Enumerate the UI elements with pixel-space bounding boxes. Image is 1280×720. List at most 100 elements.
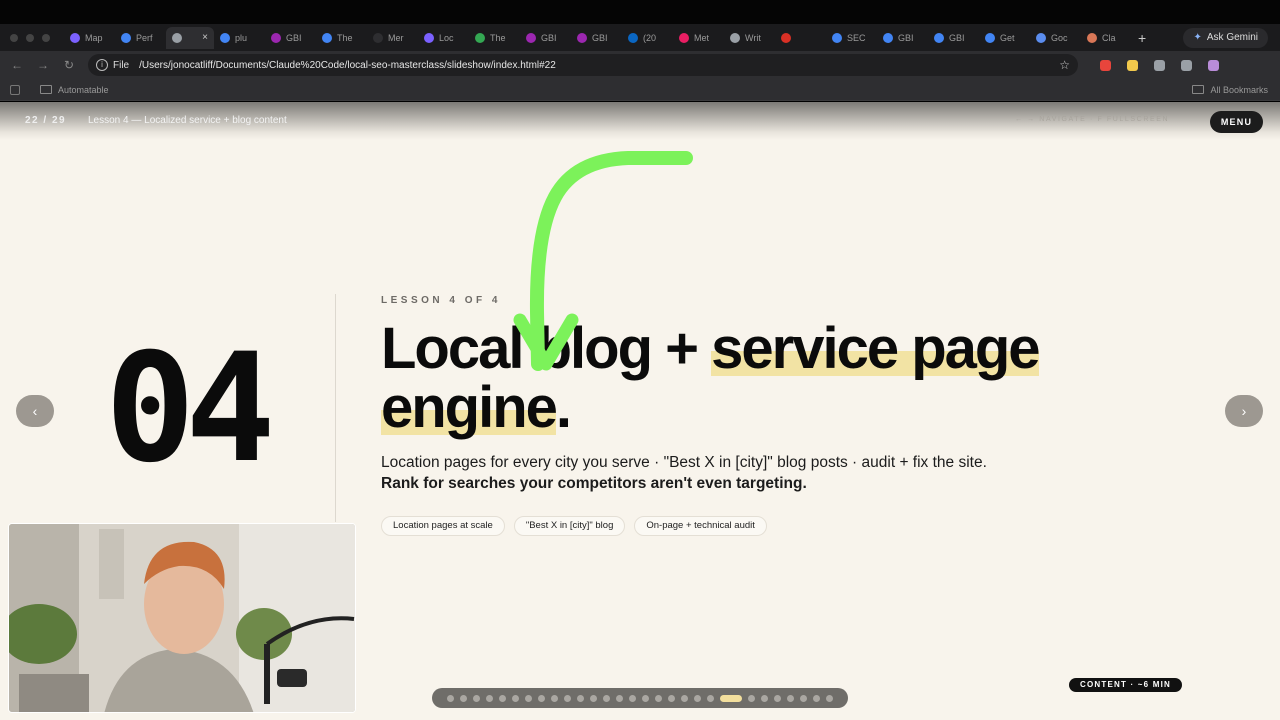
browser-tab[interactable]: GBI: [877, 27, 928, 49]
progress-dot[interactable]: [460, 694, 467, 702]
browser-tab[interactable]: [775, 27, 826, 49]
bookmark-star-icon[interactable]: ☆: [1059, 58, 1070, 72]
progress-dot[interactable]: [525, 694, 532, 702]
topic-chips: Location pages at scale "Best X in [city]…: [381, 516, 767, 536]
progress-dot[interactable]: [761, 694, 768, 702]
progress-dot[interactable]: [800, 694, 807, 702]
extension-icon[interactable]: [1100, 59, 1111, 71]
progress-dot-active[interactable]: [720, 694, 742, 702]
bookmark-folder-automatable[interactable]: Automatable: [58, 85, 109, 95]
browser-tab[interactable]: Met: [673, 27, 724, 49]
progress-dot[interactable]: [681, 694, 688, 702]
progress-dot[interactable]: [668, 694, 675, 702]
topic-chip: Location pages at scale: [381, 516, 505, 536]
browser-tab[interactable]: plu: [214, 27, 265, 49]
progress-dot[interactable]: [603, 694, 610, 702]
extension-icon[interactable]: [1181, 59, 1192, 71]
browser-tab[interactable]: SEC: [826, 27, 877, 49]
extension-icon[interactable]: [1127, 59, 1138, 71]
progress-dot[interactable]: [564, 694, 571, 702]
progress-dot[interactable]: [447, 694, 454, 702]
tab-label: plu: [235, 32, 248, 43]
extension-icon[interactable]: [1154, 59, 1165, 71]
browser-tab[interactable]: Perf: [115, 27, 166, 49]
description-text: Location pages for every city you serve …: [381, 454, 987, 471]
back-arrow-icon[interactable]: ←: [4, 58, 30, 72]
browser-tab[interactable]: Get: [979, 27, 1030, 49]
browser-tab[interactable]: The: [316, 27, 367, 49]
forward-arrow-icon[interactable]: →: [30, 58, 56, 72]
all-bookmarks-label: All Bookmarks: [1210, 84, 1268, 95]
new-tab-button[interactable]: +: [1138, 30, 1146, 46]
progress-dot[interactable]: [748, 694, 755, 702]
tab-label: Perf: [136, 32, 153, 43]
tab-label: Loc: [439, 32, 454, 43]
browser-tab[interactable]: Goc: [1030, 27, 1081, 49]
browser-tab[interactable]: GBI: [571, 27, 622, 49]
tab-favicon-icon: [781, 32, 791, 43]
progress-dot[interactable]: [473, 694, 480, 702]
ask-gemini-button[interactable]: ✦ Ask Gemini: [1183, 27, 1268, 48]
tab-favicon-icon: [70, 32, 80, 43]
browser-tab[interactable]: Map: [64, 27, 115, 49]
slide-counter: 22 / 29: [25, 115, 67, 126]
bookmarks-bar: Automatable All Bookmarks: [0, 79, 1280, 101]
address-bar[interactable]: i File /Users/jonocatliff/Documents/Clau…: [88, 54, 1078, 76]
progress-dot[interactable]: [774, 694, 781, 702]
topic-chip: On-page + technical audit: [634, 516, 767, 536]
site-info-icon[interactable]: i: [96, 59, 108, 71]
browser-tab[interactable]: (20: [622, 27, 673, 49]
progress-dot[interactable]: [813, 694, 820, 702]
progress-dot[interactable]: [538, 694, 545, 702]
all-bookmarks-button[interactable]: All Bookmarks: [1192, 85, 1268, 95]
browser-tab[interactable]: Loc: [418, 27, 469, 49]
progress-dot[interactable]: [707, 694, 714, 702]
url-text[interactable]: /Users/jonocatliff/Documents/Claude%20Co…: [139, 60, 556, 71]
browser-tab[interactable]: ×: [166, 26, 214, 49]
browser-tab[interactable]: GBI: [928, 27, 979, 49]
previous-slide-button[interactable]: ‹: [16, 395, 54, 427]
tab-favicon-icon: [121, 32, 131, 43]
progress-dot[interactable]: [787, 694, 794, 702]
browser-tab[interactable]: GBI: [520, 27, 571, 49]
progress-dot[interactable]: [486, 694, 493, 702]
progress-dot[interactable]: [616, 694, 623, 702]
close-tab-icon[interactable]: ×: [202, 32, 208, 43]
ask-gemini-label: Ask Gemini: [1206, 32, 1258, 43]
next-slide-button[interactable]: ›: [1225, 395, 1263, 427]
progress-dot[interactable]: [590, 694, 597, 702]
progress-dot[interactable]: [642, 694, 649, 702]
browser-tab[interactable]: Mer: [367, 27, 418, 49]
title-highlight: service page: [711, 316, 1041, 381]
tab-favicon-icon: [1036, 32, 1046, 43]
tab-favicon-icon: [271, 32, 281, 43]
minimize-window-button[interactable]: [26, 33, 34, 42]
close-window-button[interactable]: [10, 33, 18, 42]
browser-tab[interactable]: Cla: [1081, 27, 1132, 49]
tab-label: SEC: [847, 32, 866, 43]
progress-dot[interactable]: [826, 694, 833, 702]
progress-dot[interactable]: [551, 694, 558, 702]
progress-dot[interactable]: [499, 694, 506, 702]
tab-favicon-icon: [832, 32, 842, 43]
apps-grid-icon[interactable]: [10, 84, 20, 95]
reload-icon[interactable]: ↻: [56, 58, 82, 72]
tab-label: GBI: [286, 32, 302, 43]
browser-tab[interactable]: GBI: [265, 27, 316, 49]
progress-dot[interactable]: [629, 694, 636, 702]
progress-dot[interactable]: [512, 694, 519, 702]
lesson-eyebrow: LESSON 4 OF 4: [381, 295, 501, 306]
browser-tab[interactable]: The: [469, 27, 520, 49]
extension-icon[interactable]: [1208, 59, 1219, 71]
progress-dot[interactable]: [577, 694, 584, 702]
title-period: .: [555, 375, 572, 440]
folder-icon: [40, 85, 52, 94]
keyboard-hint: ← → NAVIGATE · F FULLSCREEN: [1015, 116, 1170, 123]
browser-tab[interactable]: Writ: [724, 27, 775, 49]
tab-label: GBI: [592, 32, 608, 43]
zoom-window-button[interactable]: [42, 33, 50, 42]
progress-dot[interactable]: [694, 694, 701, 702]
menu-button[interactable]: MENU: [1210, 111, 1263, 133]
tab-label: Writ: [745, 32, 761, 43]
progress-dot[interactable]: [655, 694, 662, 702]
